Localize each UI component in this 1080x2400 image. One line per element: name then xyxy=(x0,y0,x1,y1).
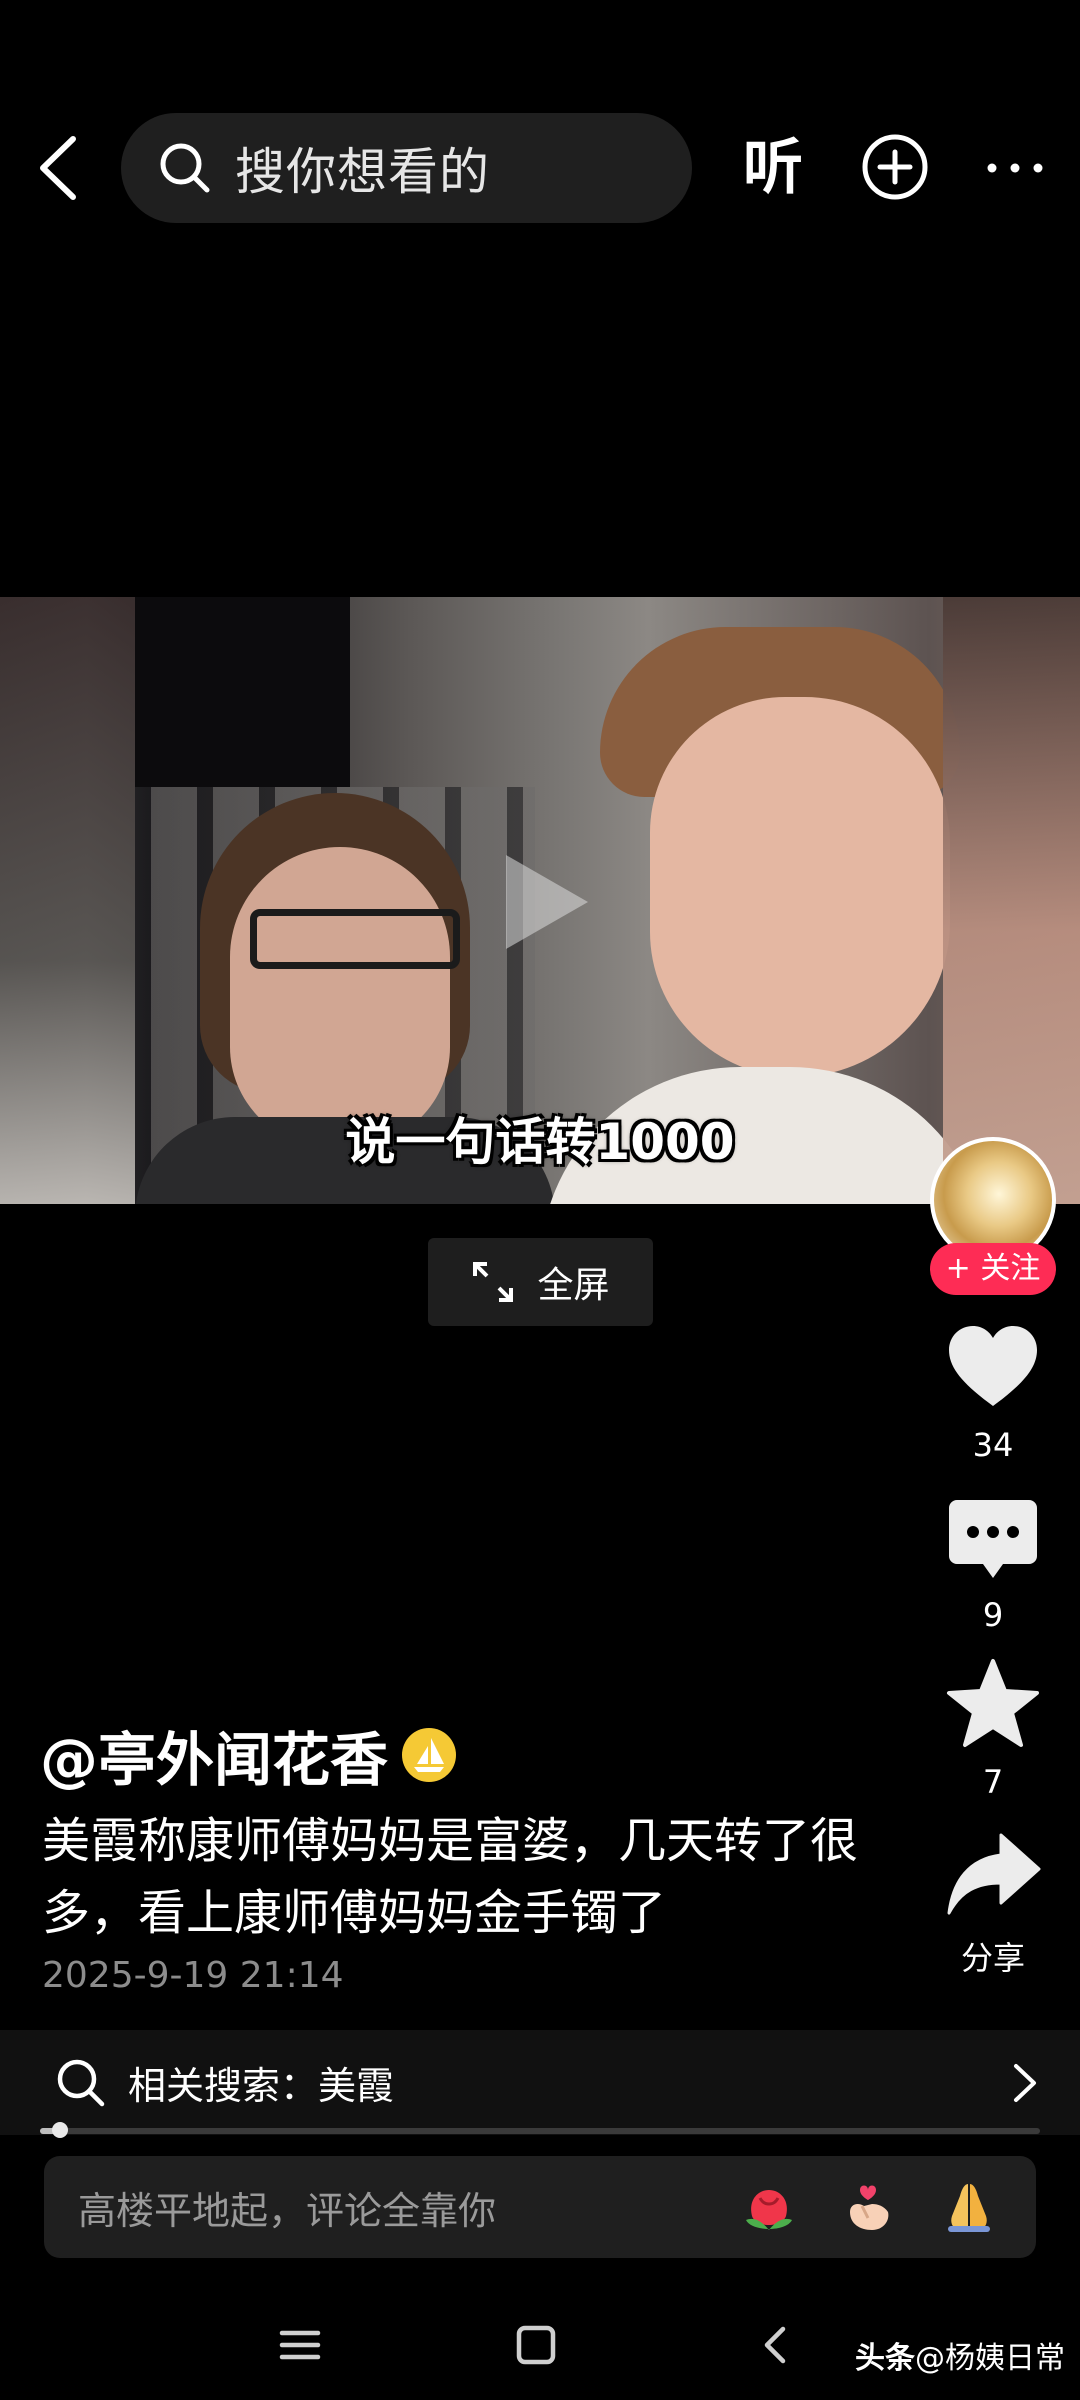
chevron-left-icon xyxy=(764,2326,786,2364)
video-detail-screen: 搜你想看的 听 说一句话转1000 全屏 + 关注 34 9 7 分享 @亭外闻… xyxy=(0,0,1080,2400)
author-handle[interactable]: @亭外闻花香 xyxy=(40,1720,458,1794)
system-back-button[interactable] xyxy=(745,2315,805,2375)
search-placeholder: 搜你想看的 xyxy=(235,143,490,201)
more-dots-icon xyxy=(987,163,1043,173)
video-frame-door xyxy=(135,597,350,787)
plus-circle-icon xyxy=(862,134,928,200)
video-player[interactable]: 说一句话转1000 xyxy=(0,597,1080,1204)
video-progress-bar[interactable] xyxy=(40,2122,1040,2138)
square-home-icon xyxy=(516,2325,556,2365)
sailboat-badge-icon xyxy=(402,1728,457,1782)
back-button[interactable] xyxy=(22,130,92,205)
recent-apps-button[interactable] xyxy=(270,2315,330,2375)
chevron-right-icon xyxy=(1014,2064,1036,2102)
finger-heart-emoji[interactable] xyxy=(836,2174,902,2240)
menu-lines-icon xyxy=(279,2330,321,2360)
comment-button[interactable]: 9 xyxy=(930,1488,1056,1634)
pray-emoji[interactable] xyxy=(936,2174,1002,2240)
expand-icon xyxy=(473,1262,514,1302)
follow-button[interactable]: + 关注 xyxy=(930,1243,1056,1295)
person-left-glasses xyxy=(250,909,460,969)
star-icon xyxy=(947,1659,1039,1747)
search-icon xyxy=(155,138,215,198)
listen-button[interactable]: 听 xyxy=(740,132,806,204)
watermark: 头条@杨姨日常 xyxy=(855,2333,1065,2377)
rose-emoji[interactable] xyxy=(736,2174,802,2240)
search-icon xyxy=(57,2059,105,2106)
fullscreen-label: 全屏 xyxy=(537,1265,610,1306)
fullscreen-button[interactable]: 全屏 xyxy=(428,1238,653,1326)
video-progress-knob[interactable] xyxy=(52,2122,68,2138)
add-button[interactable] xyxy=(860,132,930,202)
comment-count: 9 xyxy=(982,1596,1004,1634)
home-button[interactable] xyxy=(506,2315,566,2375)
watermark-brand: 头条 xyxy=(855,2341,915,2376)
favorite-button[interactable]: 7 xyxy=(930,1655,1056,1801)
person-right-face xyxy=(650,697,950,1077)
watermark-handle: @杨姨日常 xyxy=(915,2341,1065,2376)
comment-bubble-icon xyxy=(949,1500,1037,1578)
post-timestamp: 2025-9-19 21:14 xyxy=(42,1955,344,1996)
related-search-bar[interactable]: 相关搜索：美霞 xyxy=(0,2030,1080,2135)
related-search-label: 相关搜索：美霞 xyxy=(128,2064,395,2108)
top-bar: 搜你想看的 听 xyxy=(0,110,1080,225)
video-subtitle: 说一句话转1000 xyxy=(345,1113,735,1171)
play-icon xyxy=(506,855,588,949)
like-button[interactable]: 34 xyxy=(930,1318,1056,1464)
post-caption: 美霞称康师傅妈妈是富婆，几天转了很多，看上康师傅妈妈金手镯了 xyxy=(42,1813,859,1941)
share-label: 分享 xyxy=(960,1939,1025,1977)
favorite-count: 7 xyxy=(982,1763,1004,1801)
comment-input[interactable]: 高楼平地起，评论全靠你 xyxy=(44,2156,1036,2258)
author-name[interactable]: @亭外闻花香 xyxy=(40,1713,388,1797)
chevron-left-icon xyxy=(40,135,76,200)
play-button[interactable] xyxy=(496,847,596,957)
more-button[interactable] xyxy=(980,135,1050,201)
heart-icon xyxy=(949,1326,1037,1406)
share-button[interactable]: 分享 xyxy=(930,1825,1056,1979)
comment-placeholder: 高楼平地起，评论全靠你 xyxy=(78,2188,497,2233)
search-input[interactable]: 搜你想看的 xyxy=(121,113,692,223)
like-count: 34 xyxy=(972,1426,1014,1464)
share-arrow-icon xyxy=(947,1833,1041,1915)
